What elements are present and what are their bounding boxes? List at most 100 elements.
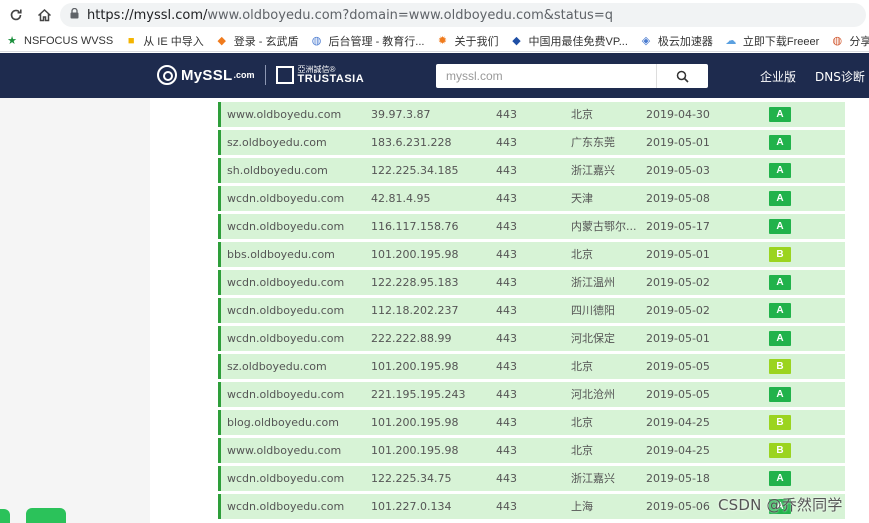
grade-badge[interactable]: A <box>769 191 791 206</box>
domain-cell: wcdn.oldboyedu.com <box>227 332 345 345</box>
location-cell: 浙江嘉兴 <box>571 164 615 177</box>
port-cell: 443 <box>496 388 517 401</box>
grade-badge[interactable]: B <box>769 359 791 374</box>
domain-cell: wcdn.oldboyedu.com <box>227 192 345 205</box>
bookmark-item[interactable]: ★ NSFOCUS WVSS <box>0 30 119 51</box>
search-button[interactable] <box>656 64 708 88</box>
date-cell: 2019-05-02 <box>646 304 710 317</box>
grade-badge[interactable]: B <box>769 443 791 458</box>
bookmark-label: 分享Fre <box>849 35 869 48</box>
bookmark-item[interactable]: ◍ 后台管理 - 教育行... <box>305 30 431 51</box>
grade-badge[interactable]: A <box>769 219 791 234</box>
main-content: www.oldboyedu.com 39.97.3.87 443 北京 2019-04-… <box>150 98 869 523</box>
table-row[interactable]: www.oldboyedu.com 39.97.3.87 443 北京 2019-04-… <box>218 102 845 127</box>
table-row[interactable]: sh.oldboyedu.com 122.225.34.185 443 浙江嘉兴 201… <box>218 158 845 183</box>
port-cell: 443 <box>496 444 517 457</box>
shield-icon: ◆ <box>217 34 226 47</box>
port-cell: 443 <box>496 304 517 317</box>
bookmark-item[interactable]: ◆ 中国用最佳免费VP... <box>504 30 633 51</box>
nav-enterprise[interactable]: 企业版 <box>760 68 796 85</box>
location-cell: 北京 <box>571 444 593 457</box>
floating-widget[interactable] <box>26 508 66 523</box>
table-row[interactable]: bbs.oldboyedu.com 101.200.195.98 443 北京 2019… <box>218 242 845 267</box>
port-cell: 443 <box>496 108 517 121</box>
grade-badge[interactable]: A <box>769 303 791 318</box>
bookmark-label: 立即下载Freeer <box>742 35 820 48</box>
trustasia-en: TRUSTASIA <box>297 72 365 85</box>
table-row[interactable]: sz.oldboyedu.com 183.6.231.228 443 广东东莞 2019… <box>218 130 845 155</box>
port-cell: 443 <box>496 360 517 373</box>
domain-cell: wcdn.oldboyedu.com <box>227 304 345 317</box>
table-row[interactable]: wcdn.oldboyedu.com 122.225.34.75 443 浙江嘉兴 20… <box>218 466 845 491</box>
domain-cell: sh.oldboyedu.com <box>227 164 328 177</box>
ip-cell: 122.225.34.185 <box>371 164 459 177</box>
grade-badge[interactable]: A <box>769 163 791 178</box>
csdn-watermark: CSDN @乔然同学 <box>718 496 843 514</box>
bookmark-label: NSFOCUS WVSS <box>24 34 114 47</box>
bookmark-item[interactable]: ■ 从 IE 中导入 <box>119 30 210 51</box>
ip-cell: 116.117.158.76 <box>371 220 459 233</box>
domain-cell: sz.oldboyedu.com <box>227 136 327 149</box>
domain-cell: wcdn.oldboyedu.com <box>227 472 345 485</box>
address-bar[interactable]: https://myssl.com/www.oldboyedu.com?doma… <box>60 3 866 27</box>
table-row[interactable]: blog.oldboyedu.com 101.200.195.98 443 北京 201… <box>218 410 845 435</box>
cloud-icon: ☁ <box>725 34 737 47</box>
reload-icon[interactable] <box>4 3 28 27</box>
grade-badge[interactable]: A <box>769 135 791 150</box>
location-cell: 北京 <box>571 248 593 261</box>
domain-cell: wcdn.oldboyedu.com <box>227 500 345 513</box>
grade-badge[interactable]: A <box>769 331 791 346</box>
location-cell: 四川德阳 <box>571 304 615 317</box>
date-cell: 2019-05-08 <box>646 192 710 205</box>
table-row[interactable]: wcdn.oldboyedu.com 112.18.202.237 443 四川德阳 2… <box>218 298 845 323</box>
bookmark-label: 登录 - 玄武盾 <box>233 35 299 48</box>
table-row[interactable]: wcdn.oldboyedu.com 42.81.4.95 443 天津 2019-05… <box>218 186 845 211</box>
home-icon[interactable] <box>32 3 56 27</box>
bookmark-item[interactable]: ☁ 立即下载Freeer <box>719 30 825 51</box>
grade-badge[interactable]: A <box>769 107 791 122</box>
ip-cell: 122.225.34.75 <box>371 472 452 485</box>
port-cell: 443 <box>496 416 517 429</box>
table-row[interactable]: wcdn.oldboyedu.com 221.195.195.243 443 河北沧州… <box>218 382 845 407</box>
bookmark-item[interactable]: ✹ 关于我们 <box>430 30 504 51</box>
browser-toolbar: https://myssl.com/www.oldboyedu.com?doma… <box>0 0 869 30</box>
diamond-icon: ◈ <box>641 34 651 47</box>
port-cell: 443 <box>496 276 517 289</box>
ip-cell: 183.6.231.228 <box>371 136 452 149</box>
grade-badge[interactable]: A <box>769 275 791 290</box>
date-cell: 2019-04-25 <box>646 444 710 457</box>
ip-cell: 101.200.195.98 <box>371 360 459 373</box>
myssl-logo-icon <box>157 65 177 85</box>
bookmark-item[interactable]: ◈ 极云加速器 <box>634 30 719 51</box>
search-input[interactable] <box>436 64 656 88</box>
domain-cell: blog.oldboyedu.com <box>227 416 339 429</box>
location-cell: 天津 <box>571 192 593 205</box>
floating-widget-edge[interactable] <box>0 509 10 523</box>
bookmark-item[interactable]: ◆ 登录 - 玄武盾 <box>210 30 305 51</box>
table-row[interactable]: sz.oldboyedu.com 101.200.195.98 443 北京 2019-… <box>218 354 845 379</box>
location-cell: 浙江嘉兴 <box>571 472 615 485</box>
table-row[interactable]: wcdn.oldboyedu.com 116.117.158.76 443 内蒙古鄂尔… <box>218 214 845 239</box>
grade-badge[interactable]: B <box>769 247 791 262</box>
bookmark-label: 中国用最佳免费VP... <box>528 35 628 48</box>
brand-name: MySSL <box>181 66 233 84</box>
date-cell: 2019-05-05 <box>646 360 710 373</box>
bookmark-item[interactable]: ◍ 分享Fre <box>825 30 869 51</box>
date-cell: 2019-05-18 <box>646 472 710 485</box>
globe-icon: ◍ <box>311 34 322 47</box>
port-cell: 443 <box>496 220 517 233</box>
grade-badge[interactable]: B <box>769 415 791 430</box>
table-row[interactable]: wcdn.oldboyedu.com 122.228.95.183 443 浙江温州 2… <box>218 270 845 295</box>
ip-cell: 101.227.0.134 <box>371 500 452 513</box>
table-row[interactable]: wcdn.oldboyedu.com 222.222.88.99 443 河北保定 20… <box>218 326 845 351</box>
table-row[interactable]: www.oldboyedu.com 101.200.195.98 443 北京 2019… <box>218 438 845 463</box>
grade-badge[interactable]: A <box>769 471 791 486</box>
nav-dns-diagnosis[interactable]: DNS诊断 <box>815 68 865 85</box>
location-cell: 北京 <box>571 360 593 373</box>
location-cell: 广东东莞 <box>571 136 615 149</box>
domain-cell: wcdn.oldboyedu.com <box>227 220 345 233</box>
ip-cell: 112.18.202.237 <box>371 304 459 317</box>
location-cell: 内蒙古鄂尔... <box>571 220 637 233</box>
site-logo[interactable]: MySSL .com 亞洲誠信® TRUSTASIA <box>157 63 364 87</box>
grade-badge[interactable]: A <box>769 387 791 402</box>
